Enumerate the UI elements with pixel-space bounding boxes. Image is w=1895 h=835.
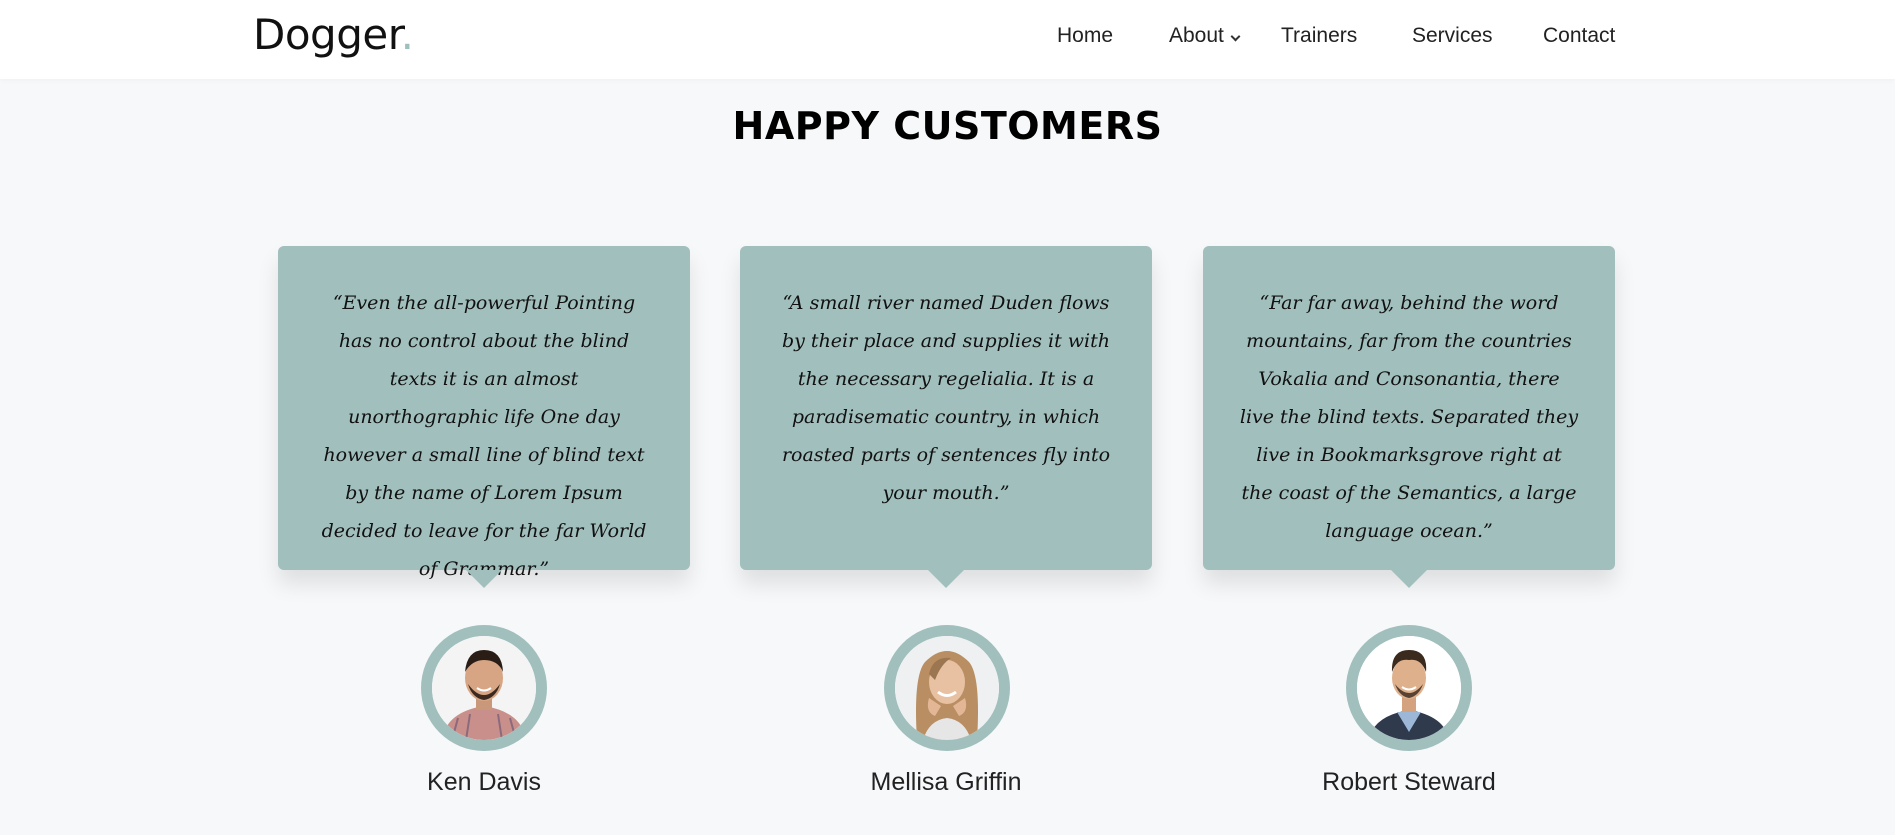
- nav-contact-link[interactable]: Contact: [1543, 24, 1615, 48]
- nav-services-link[interactable]: Services: [1412, 24, 1493, 48]
- customer-photo: [432, 636, 536, 740]
- testimonial-card: “Far far away, behind the word mountains…: [1203, 246, 1615, 588]
- section-title: HAPPY CUSTOMERS: [732, 104, 1163, 148]
- testimonial-quote: “Far far away, behind the word mountains…: [1239, 292, 1579, 542]
- site-header: Dogger. Home About Trainers Services Con…: [0, 0, 1895, 79]
- customer-name: Robert Steward: [1322, 768, 1496, 796]
- nav-about-link[interactable]: About: [1169, 24, 1241, 48]
- avatar: [421, 625, 547, 751]
- avatar: [884, 625, 1010, 751]
- nav-about-label: About: [1169, 24, 1224, 47]
- nav-trainers-link[interactable]: Trainers: [1281, 24, 1357, 48]
- avatar: [1346, 625, 1472, 751]
- nav-home-link[interactable]: Home: [1057, 24, 1113, 48]
- customer-name: Ken Davis: [427, 768, 541, 796]
- chevron-down-icon: [1230, 31, 1241, 42]
- customer-name: Mellisa Griffin: [870, 768, 1022, 796]
- customer-photo: [895, 636, 999, 740]
- testimonial-card: “Even the all-powerful Pointing has no c…: [278, 246, 690, 588]
- testimonial-card: “A small river named Duden flows by thei…: [740, 246, 1152, 588]
- main-nav: Home About Trainers Services Contact: [0, 0, 1895, 72]
- testimonial-quote: “A small river named Duden flows by thei…: [781, 292, 1111, 504]
- customer-photo: [1357, 636, 1461, 740]
- testimonial-quote: “Even the all-powerful Pointing has no c…: [321, 292, 647, 580]
